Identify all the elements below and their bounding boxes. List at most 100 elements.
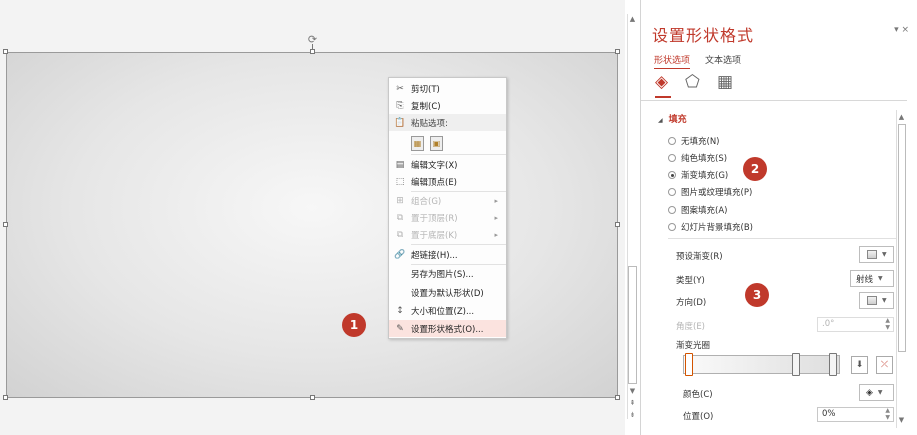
- edit-points-icon: ⬚: [395, 176, 405, 187]
- fill-line-icon[interactable]: ◈: [655, 74, 668, 91]
- effects-pentagon-icon[interactable]: ⬠: [685, 74, 700, 91]
- menu-label: 编辑顶点(E): [411, 177, 458, 188]
- spinner-arrows-icon[interactable]: ▲ ▼: [885, 407, 890, 421]
- radio-label: 渐变填充(G): [681, 171, 729, 181]
- radio-label: 图案填充(A): [681, 206, 728, 216]
- position-label: 位置(O): [683, 412, 714, 422]
- menu-label: 大小和位置(Z)...: [411, 306, 475, 317]
- remove-gradient-stop-icon[interactable]: ⤫: [876, 356, 893, 374]
- preset-gradient-label: 预设渐变(R): [676, 252, 723, 262]
- preset-gradient-dropdown[interactable]: ▼: [859, 246, 894, 263]
- menu-item-edit-points[interactable]: ⬚ 编辑顶点(E): [389, 173, 506, 190]
- paste-keep-source-icon[interactable]: ▦: [411, 136, 424, 151]
- gradient-stop[interactable]: [792, 353, 800, 376]
- scrollbar-thumb[interactable]: [628, 266, 637, 384]
- paste-picture-icon[interactable]: ▣: [430, 136, 443, 151]
- type-label: 类型(Y): [676, 276, 705, 286]
- scroll-down-icon[interactable]: ▼: [627, 386, 638, 396]
- type-select[interactable]: 射线 ▼: [850, 270, 894, 287]
- chevron-down-icon: ▼: [878, 275, 883, 282]
- menu-separator: [411, 154, 506, 155]
- menu-label: 复制(C): [411, 101, 441, 112]
- edit-text-icon: ▤: [395, 159, 405, 170]
- direction-label: 方向(D): [676, 298, 707, 308]
- resize-handle-w[interactable]: [3, 222, 8, 227]
- tab-text-options[interactable]: 文本选项: [705, 53, 741, 66]
- radio-label: 无填充(N): [681, 137, 720, 147]
- format-shape-icon: ✎: [396, 323, 404, 334]
- type-value: 射线: [856, 274, 874, 285]
- menu-item-group[interactable]: ⊞ 组合(G) ▸: [389, 192, 506, 209]
- previous-slide-icon[interactable]: ⇞: [627, 398, 638, 408]
- resize-handle-se[interactable]: [615, 395, 620, 400]
- angle-label: 角度(E): [676, 322, 706, 332]
- send-to-back-icon: ⧉: [396, 229, 404, 240]
- resize-handle-sw[interactable]: [3, 395, 8, 400]
- menu-item-save-as-picture[interactable]: 另存为图片(S)...: [389, 265, 506, 282]
- angle-input[interactable]: .0° ▲ ▼: [817, 317, 894, 332]
- menu-item-size-position[interactable]: ↕ 大小和位置(Z)...: [389, 302, 506, 319]
- paint-bucket-icon: ◈: [866, 387, 873, 398]
- radio-gradient-fill[interactable]: 渐变填充(G): [668, 169, 728, 181]
- menu-item-send-to-back[interactable]: ⧉ 置于底层(K) ▸: [389, 226, 506, 243]
- color-label: 颜色(C): [683, 390, 713, 400]
- radio-label: 纯色填充(S): [681, 154, 728, 164]
- gradient-swatch-icon: [867, 250, 877, 259]
- menu-separator: [411, 244, 506, 245]
- menu-item-set-default-shape[interactable]: 设置为默认形状(D): [389, 284, 506, 301]
- menu-item-edit-text[interactable]: ▤ 编辑文字(X): [389, 156, 506, 173]
- gradient-stop[interactable]: [829, 353, 837, 376]
- resize-handle-s[interactable]: [310, 395, 315, 400]
- add-gradient-stop-icon[interactable]: ⬇: [851, 356, 868, 374]
- fill-section-header[interactable]: ◢ 填充: [658, 112, 687, 125]
- resize-handle-n[interactable]: [310, 49, 315, 54]
- radio-picture-fill[interactable]: 图片或纹理填充(P): [668, 186, 752, 198]
- resize-handle-nw[interactable]: [3, 49, 8, 54]
- pane-title: 设置形状格式: [652, 26, 755, 45]
- radio-no-fill[interactable]: 无填充(N): [668, 135, 720, 147]
- menu-item-bring-to-front[interactable]: ⧉ 置于顶层(R) ▸: [389, 209, 506, 226]
- scroll-up-icon[interactable]: ▲: [627, 14, 638, 24]
- menu-label: 另存为图片(S)...: [411, 269, 474, 280]
- size-position-icon: ↕: [396, 305, 404, 316]
- gradient-stops-bar[interactable]: [683, 355, 840, 374]
- radio-slide-background-fill[interactable]: 幻灯片背景填充(B): [668, 221, 753, 233]
- pane-scroll-up-icon[interactable]: ▲: [896, 112, 907, 122]
- menu-item-cut[interactable]: ✂ 剪切(T): [389, 80, 506, 97]
- pane-window-controls[interactable]: ▾ ×: [894, 25, 909, 35]
- next-slide-icon[interactable]: ⇟: [627, 410, 638, 420]
- position-input[interactable]: 0% ▲ ▼: [817, 407, 894, 422]
- menu-item-copy[interactable]: ⎘ 复制(C): [389, 97, 506, 114]
- menu-label: 置于顶层(R): [411, 213, 458, 224]
- radio-label: 幻灯片背景填充(B): [681, 223, 753, 233]
- menu-label: 组合(G): [411, 196, 442, 207]
- radio-label: 图片或纹理填充(P): [681, 188, 753, 198]
- menu-item-hyperlink[interactable]: 🔗 超链接(H)...: [389, 246, 506, 263]
- gradient-stops-label: 渐变光圈: [676, 341, 711, 351]
- pane-scrollbar-thumb[interactable]: [898, 124, 906, 352]
- tab-shape-options[interactable]: 形状选项: [654, 53, 691, 69]
- direction-dropdown[interactable]: ▼: [859, 292, 894, 309]
- chevron-down-icon: ▼: [877, 389, 883, 396]
- color-picker-button[interactable]: ◈ ▼: [859, 384, 894, 401]
- pane-scroll-down-icon[interactable]: ▼: [896, 415, 907, 425]
- group-icon: ⊞: [396, 195, 404, 206]
- context-menu: ✂ 剪切(T) ⎘ 复制(C) 📋 粘贴选项: ▦ ▣ ▤ 编辑文字(X) ⬚ …: [388, 77, 507, 339]
- pane-divider: [668, 238, 898, 239]
- menu-label: 置于底层(K): [411, 230, 458, 241]
- chevron-down-icon: ▼: [882, 297, 887, 304]
- size-properties-icon[interactable]: ▦: [717, 74, 733, 91]
- resize-handle-ne[interactable]: [615, 49, 620, 54]
- resize-handle-e[interactable]: [615, 222, 620, 227]
- menu-label: 设置为默认形状(D): [411, 288, 484, 299]
- radio-pattern-fill[interactable]: 图案填充(A): [668, 204, 727, 216]
- collapse-triangle-icon: ◢: [658, 117, 663, 124]
- menu-item-format-shape[interactable]: ✎ 设置形状格式(O)...: [389, 320, 506, 337]
- scissors-icon: ✂: [396, 83, 404, 94]
- radio-icon: [668, 223, 676, 231]
- gradient-stop-selected[interactable]: [685, 353, 693, 376]
- position-value: 0%: [822, 409, 836, 419]
- radio-solid-fill[interactable]: 纯色填充(S): [668, 152, 727, 164]
- selected-shape[interactable]: [6, 52, 618, 398]
- spinner-arrows-icon[interactable]: ▲ ▼: [885, 317, 890, 331]
